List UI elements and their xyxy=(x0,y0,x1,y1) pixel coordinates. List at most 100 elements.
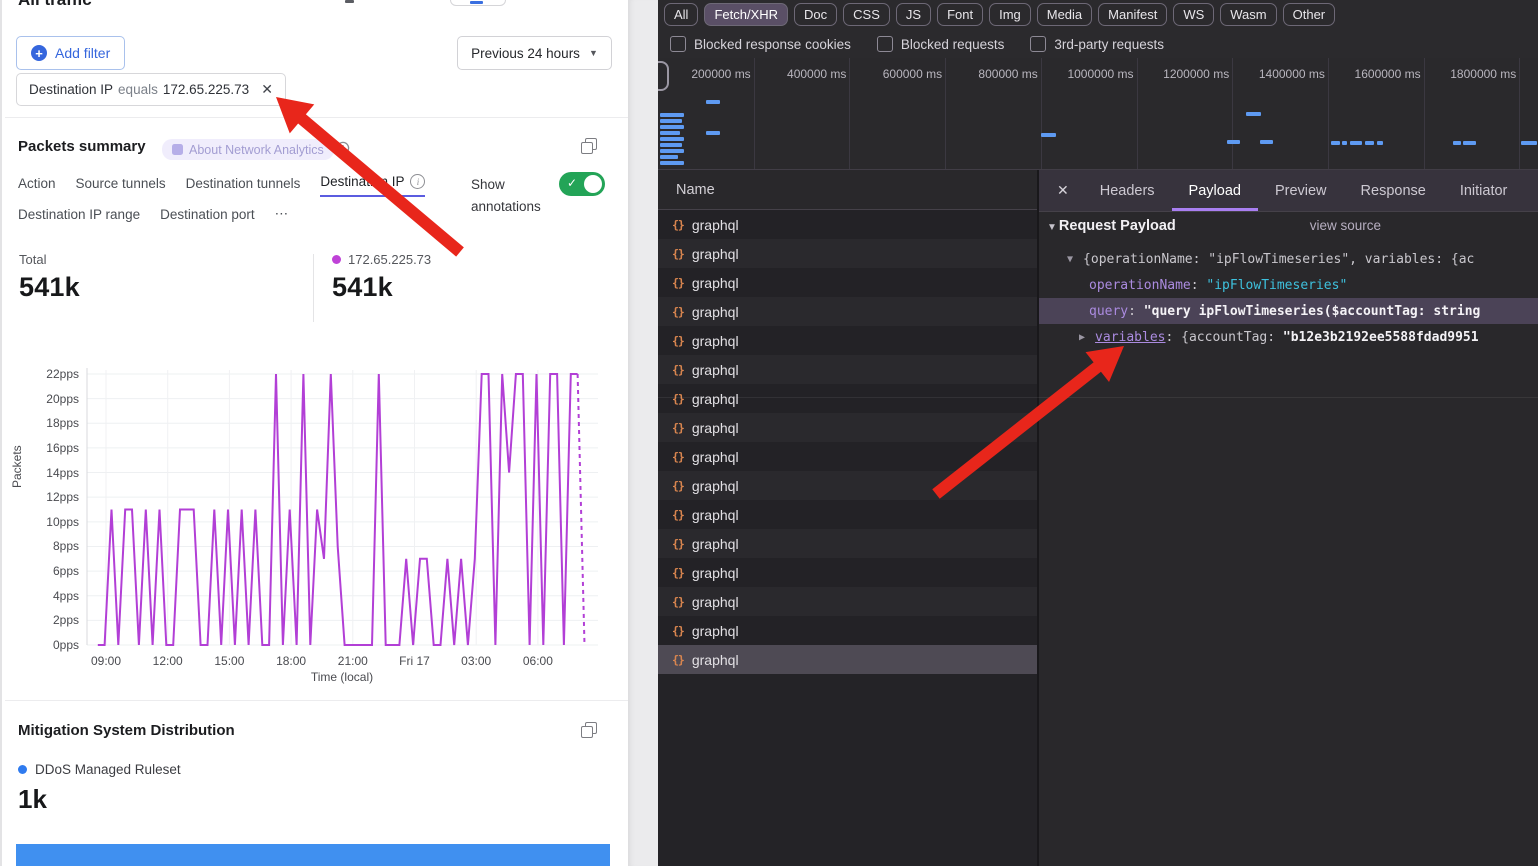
json-braces-icon: {} xyxy=(672,537,684,551)
waterfall-mark xyxy=(660,161,684,165)
tab-destination-tunnels[interactable]: Destination tunnels xyxy=(186,176,301,197)
time-range-dropdown[interactable]: Previous 24 hours ▼ xyxy=(457,36,612,70)
detail-tab-response[interactable]: Response xyxy=(1344,170,1443,211)
x-tick: Fri 17 xyxy=(387,654,443,668)
about-network-analytics-badge[interactable]: About Network Analytics xyxy=(162,139,334,160)
request-row[interactable]: {}graphql xyxy=(658,645,1037,674)
timeline-tick-label: 600000 ms xyxy=(850,67,942,81)
json-braces-icon: {} xyxy=(672,566,684,580)
request-row[interactable]: {}graphql xyxy=(658,355,1037,384)
detail-tab-initiator[interactable]: Initiator xyxy=(1443,170,1525,211)
name-column-header[interactable]: Name xyxy=(658,170,1037,210)
tab-source-tunnels[interactable]: Source tunnels xyxy=(76,176,166,197)
tab-destination-ip[interactable]: Destination IPi xyxy=(320,174,425,197)
book-icon xyxy=(172,144,183,155)
waterfall-mark xyxy=(1453,141,1461,145)
payload-text: ▶ xyxy=(1079,332,1091,343)
request-row[interactable]: {}graphql xyxy=(658,616,1037,645)
close-icon[interactable]: ✕ xyxy=(1039,170,1083,211)
checkbox-blocked-requests[interactable]: Blocked requests xyxy=(877,36,1005,52)
filter-pill-js[interactable]: JS xyxy=(896,3,931,26)
filter-pill-wasm[interactable]: Wasm xyxy=(1220,3,1276,26)
total-label-text: 172.65.225.73 xyxy=(348,252,431,267)
tab-destination-ip-range[interactable]: Destination IP range xyxy=(18,207,140,228)
timeline-tick-label: 1200000 ms xyxy=(1137,67,1229,81)
request-row[interactable]: {}graphql xyxy=(658,326,1037,355)
waterfall-mark xyxy=(1377,141,1383,145)
filter-pill-css[interactable]: CSS xyxy=(843,3,890,26)
filter-pill-font[interactable]: Font xyxy=(937,3,983,26)
filter-pill-img[interactable]: Img xyxy=(989,3,1031,26)
request-row[interactable]: {}graphql xyxy=(658,471,1037,500)
payload-line[interactable]: query: "query ipFlowTimeseries($accountT… xyxy=(1039,298,1538,324)
detail-tab-headers[interactable]: Headers xyxy=(1083,170,1172,211)
tab-label: Destination port xyxy=(160,207,255,222)
waterfall-mark xyxy=(1463,141,1476,145)
request-name: graphql xyxy=(692,391,739,407)
tab-destination-port[interactable]: Destination port xyxy=(160,207,255,228)
tab-label: Source tunnels xyxy=(76,176,166,191)
payload-line[interactable]: ▶ variables: {accountTag: "b12e3b2192ee5… xyxy=(1039,324,1538,350)
expand-card-icon[interactable] xyxy=(581,138,597,154)
request-row[interactable]: {}graphql xyxy=(658,413,1037,442)
network-overview-timeline[interactable]: 200000 ms400000 ms600000 ms800000 ms1000… xyxy=(658,58,1538,170)
request-name: graphql xyxy=(692,594,739,610)
json-braces-icon: {} xyxy=(672,624,684,638)
timeline-tick-label: 1600000 ms xyxy=(1329,67,1421,81)
y-tick: 0pps xyxy=(35,638,79,652)
divider xyxy=(313,254,314,322)
x-tick: 03:00 xyxy=(448,654,504,668)
filter-pill-fetch-xhr[interactable]: Fetch/XHR xyxy=(704,3,788,26)
request-row[interactable]: {}graphql xyxy=(658,268,1037,297)
request-payload-title[interactable]: ▼Request Payload xyxy=(1047,218,1176,234)
json-braces-icon: {} xyxy=(672,508,684,522)
request-name: graphql xyxy=(692,449,739,465)
payload-line[interactable]: operationName: "ipFlowTimeseries" xyxy=(1039,272,1538,298)
filter-pill-media[interactable]: Media xyxy=(1037,3,1092,26)
payload-line[interactable]: ▼ {operationName: "ipFlowTimeseries", va… xyxy=(1039,246,1538,272)
filter-chip[interactable]: Destination IP equals 172.65.225.73 ✕ xyxy=(16,73,286,106)
waterfall-mark xyxy=(660,149,684,153)
payload-text: "ipFlowTimeseries" xyxy=(1206,278,1347,293)
request-row[interactable]: {}graphql xyxy=(658,384,1037,413)
x-tick: 18:00 xyxy=(263,654,319,668)
request-row[interactable]: {}graphql xyxy=(658,442,1037,471)
filter-pill-all[interactable]: All xyxy=(664,3,698,26)
page-background-strip xyxy=(628,0,658,866)
detail-tab-payload[interactable]: Payload xyxy=(1172,170,1258,211)
request-row[interactable]: {}graphql xyxy=(658,297,1037,326)
request-row[interactable]: {}graphql xyxy=(658,239,1037,268)
filter-pill-ws[interactable]: WS xyxy=(1173,3,1214,26)
tab-action[interactable]: Action xyxy=(18,176,56,197)
request-row[interactable]: {}graphql xyxy=(658,210,1037,239)
request-row[interactable]: {} graphql xyxy=(658,500,1037,529)
payload-key: operationName xyxy=(1089,278,1191,293)
request-name: graphql xyxy=(692,333,739,349)
waterfall-mark xyxy=(660,155,678,159)
request-row[interactable]: {}graphql xyxy=(658,587,1037,616)
packets-summary-title: Packets summary xyxy=(18,138,146,155)
remove-filter-icon[interactable]: ✕ xyxy=(261,81,273,98)
checkbox-blocked-response-cookies[interactable]: Blocked response cookies xyxy=(670,36,851,52)
tab-label: Action xyxy=(18,176,56,191)
filter-pill-other[interactable]: Other xyxy=(1283,3,1336,26)
show-annotations-toggle[interactable]: ✓ xyxy=(559,172,605,196)
waterfall-mark xyxy=(660,137,684,141)
request-row[interactable]: {}graphql xyxy=(658,529,1037,558)
view-source-link[interactable]: view source xyxy=(1310,218,1381,233)
add-filter-button[interactable]: + Add filter xyxy=(16,36,125,70)
tab--[interactable]: ⋯ xyxy=(275,206,289,228)
x-axis-label: Time (local) xyxy=(262,670,422,684)
expand-card-icon[interactable] xyxy=(581,722,597,738)
detail-tab-preview[interactable]: Preview xyxy=(1258,170,1344,211)
checkbox-3rd-party-requests[interactable]: 3rd-party requests xyxy=(1030,36,1164,52)
request-name: graphql xyxy=(692,652,739,668)
filter-field: Destination IP xyxy=(29,82,113,97)
toggle-knob xyxy=(584,175,602,193)
waterfall-mark xyxy=(1041,133,1056,137)
filter-pill-manifest[interactable]: Manifest xyxy=(1098,3,1167,26)
filter-pill-doc[interactable]: Doc xyxy=(794,3,837,26)
request-row[interactable]: {}graphql xyxy=(658,558,1037,587)
timeline-tick-label: 1400000 ms xyxy=(1233,67,1325,81)
request-name: graphql xyxy=(692,507,739,523)
